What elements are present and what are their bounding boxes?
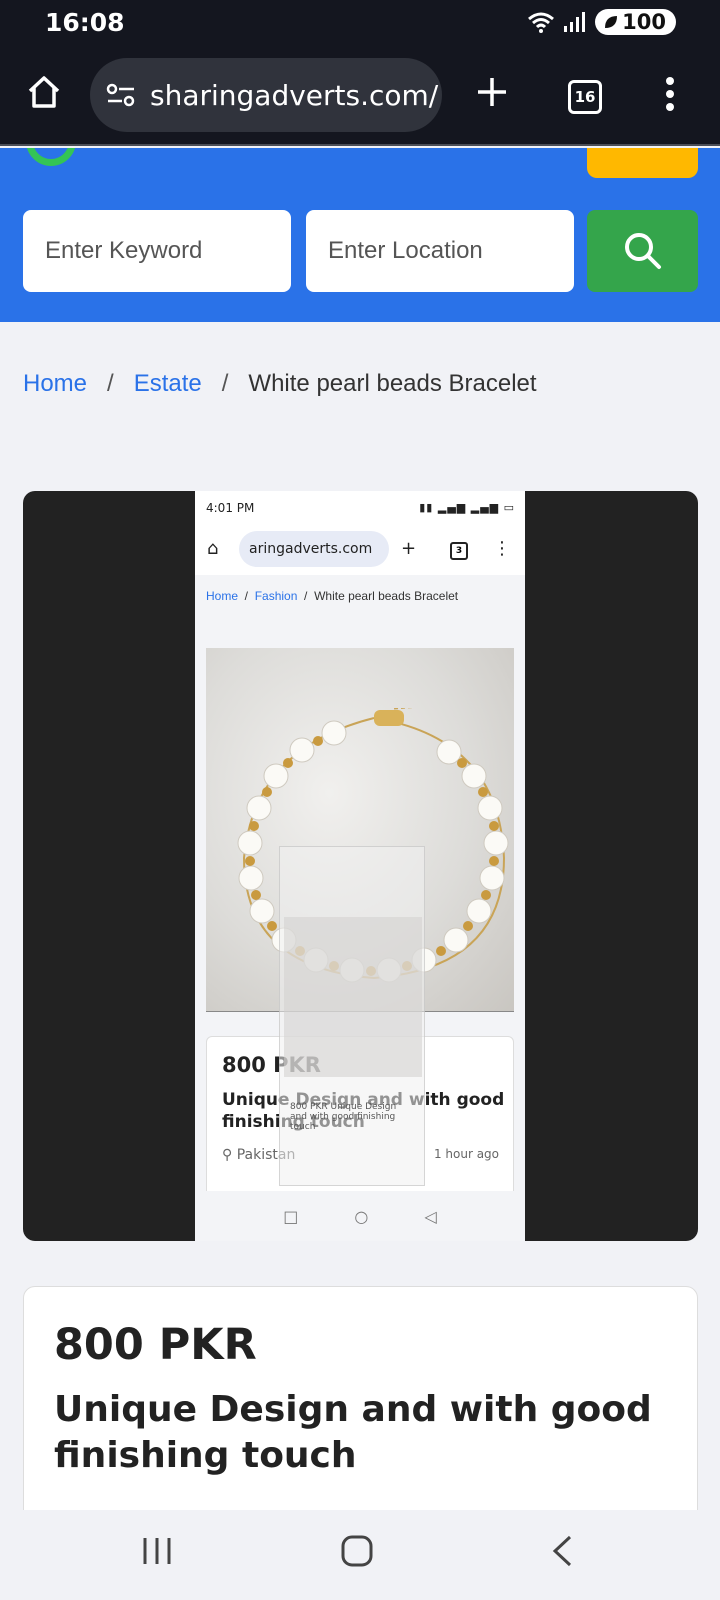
photo-nested-text: 800 PKR Unique Design and with good fini… bbox=[290, 1102, 397, 1132]
photo-home-icon: ⌂ bbox=[207, 538, 219, 559]
recent-apps-icon[interactable] bbox=[140, 1534, 174, 1568]
photo-posted-time: 1 hour ago bbox=[433, 1147, 499, 1161]
photo-status-time: 4:01 PM bbox=[206, 501, 255, 515]
tab-switcher-button[interactable]: 16 bbox=[568, 80, 602, 114]
home-icon[interactable] bbox=[26, 74, 62, 110]
photo-pin-icon: ⚲ bbox=[222, 1147, 237, 1163]
photo-tab-count: 3 bbox=[450, 542, 468, 560]
breadcrumb-home[interactable]: Home bbox=[23, 370, 87, 398]
status-bar: 16:08 100 bbox=[0, 0, 720, 46]
photo-system-nav: □ ○ ◁ bbox=[195, 1191, 525, 1241]
listing-price: 800 PKR bbox=[54, 1320, 257, 1370]
url-text: sharingadverts.com/ bbox=[150, 78, 439, 112]
photo-back-icon: ◁ bbox=[424, 1206, 437, 1226]
overflow-menu-icon[interactable] bbox=[664, 76, 676, 112]
site-header: Enter Keyword Enter Location bbox=[0, 148, 720, 322]
keyword-input[interactable]: Enter Keyword bbox=[23, 210, 291, 292]
leaf-icon bbox=[605, 16, 618, 28]
status-time: 16:08 bbox=[45, 8, 125, 37]
system-navigation-bar bbox=[0, 1510, 720, 1600]
photo-recents-icon: □ bbox=[283, 1206, 299, 1226]
site-logo-icon[interactable] bbox=[26, 148, 76, 166]
breadcrumb-current: White pearl beads Bracelet bbox=[248, 370, 537, 397]
breadcrumb-separator: / bbox=[221, 370, 229, 397]
photo-browser-bar: ⌂ aringadverts.com + 3 ⋮ bbox=[195, 525, 525, 575]
breadcrumb-separator: / bbox=[107, 370, 114, 397]
listing-image-gallery[interactable]: 4:01 PM ▮▮ ▂▄▆ ▂▄▆ ▭ ⌂ aringadverts.com … bbox=[23, 491, 698, 1241]
photo-menu-icon: ⋮ bbox=[493, 538, 511, 559]
search-icon bbox=[624, 233, 661, 269]
photo-home-nav-icon: ○ bbox=[354, 1206, 369, 1226]
photo-breadcrumb: Home / Fashion / White pearl beads Brace… bbox=[206, 589, 459, 603]
battery-level: 100 bbox=[622, 10, 666, 34]
photo-breadcrumb-current: White pearl beads Bracelet bbox=[314, 589, 459, 603]
photo-breadcrumb-home: Home bbox=[206, 589, 239, 603]
battery-indicator: 100 bbox=[595, 9, 676, 35]
photo-breadcrumb-category: Fashion bbox=[254, 589, 298, 603]
photo-nested-image bbox=[284, 917, 422, 1077]
location-input[interactable]: Enter Location bbox=[306, 210, 574, 292]
wifi-icon bbox=[528, 12, 555, 33]
listing-title: Unique Design and with good finishing to… bbox=[54, 1389, 652, 1476]
breadcrumb-category[interactable]: Estate bbox=[134, 370, 202, 398]
photo-status-icons: ▮▮ ▂▄▆ ▂▄▆ ▭ bbox=[419, 501, 515, 514]
status-icons: 100 bbox=[527, 9, 676, 35]
photo-plus-icon: + bbox=[401, 538, 417, 559]
photo-nested-screenshot: 800 PKR Unique Design and with good fini… bbox=[279, 846, 425, 1186]
url-bar[interactable]: sharingadverts.com/ bbox=[90, 58, 442, 132]
photo-status-bar: 4:01 PM ▮▮ ▂▄▆ ▂▄▆ ▭ bbox=[195, 491, 525, 525]
site-settings-icon[interactable] bbox=[106, 82, 136, 108]
listing-photo: 4:01 PM ▮▮ ▂▄▆ ▂▄▆ ▭ ⌂ aringadverts.com … bbox=[195, 491, 525, 1241]
photo-url-text: aringadverts.com bbox=[249, 541, 373, 557]
listing-detail-card: 800 PKR Unique Design and with good fini… bbox=[23, 1286, 698, 1516]
signal-icon bbox=[564, 12, 586, 32]
breadcrumb: Home / Estate / White pearl beads Bracel… bbox=[23, 370, 537, 398]
new-tab-icon[interactable] bbox=[474, 74, 510, 110]
photo-url-bar: aringadverts.com bbox=[239, 531, 389, 567]
header-action-button[interactable] bbox=[587, 148, 698, 178]
back-nav-icon[interactable] bbox=[546, 1534, 580, 1568]
browser-toolbar: sharingadverts.com/ 16 bbox=[0, 46, 720, 146]
search-button[interactable] bbox=[587, 210, 698, 292]
home-nav-icon[interactable] bbox=[340, 1534, 374, 1568]
